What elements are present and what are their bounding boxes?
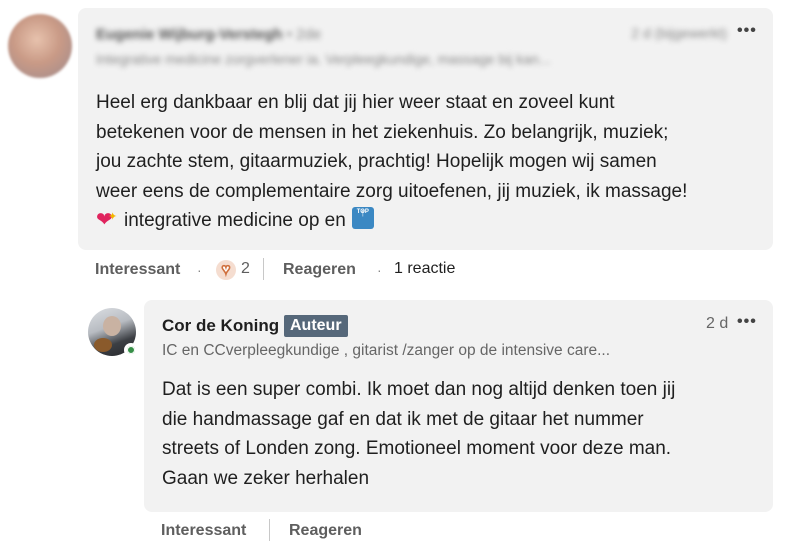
sparkling-heart-icon [96, 203, 118, 236]
commenter-name-text[interactable]: Eugenie Wijburg-Verstegh [96, 26, 283, 43]
comment-timestamp: 2 d (bijgewerkt) [631, 25, 727, 41]
reaction-count[interactable]: 2 [241, 260, 250, 278]
like-button[interactable]: Interessant [161, 522, 246, 540]
reply-button[interactable]: Reageren [283, 261, 356, 279]
top-arrow-icon [351, 198, 374, 229]
author-name[interactable]: Cor de Koning [162, 316, 279, 336]
commenter-name[interactable]: Eugenie Wijburg-Verstegh • 2de [96, 26, 321, 43]
comment-line: weer eens de complementaire zorg uitoefe… [96, 180, 688, 202]
comment-line: betekenen voor de mensen in het ziekenhu… [96, 121, 669, 143]
more-options-icon[interactable]: ••• [737, 313, 757, 331]
reply-count-link[interactable]: 1 reactie [394, 260, 455, 278]
author-badge: Auteur [284, 315, 348, 337]
separator-dot: · [377, 262, 382, 278]
commenter-avatar[interactable] [8, 14, 72, 78]
commenter-headline: Integrative medicine zorgverlener ia. Ve… [96, 51, 551, 67]
reply-line: Dat is een super combi. Ik moet dan nog … [162, 379, 676, 400]
comment-line: jou zachte stem, gitaarmuziek, prachtig!… [96, 151, 657, 172]
separator-dot: · [197, 262, 202, 278]
heart-reaction-icon[interactable] [216, 260, 236, 280]
reply-line: Gaan we zeker herhalen [162, 467, 370, 489]
divider [263, 258, 264, 280]
comment-line-text: integrative medicine op en [124, 210, 346, 231]
comment-line: Heel erg dankbaar en blij dat jij hier w… [96, 92, 615, 113]
connection-degree: • 2de [286, 26, 322, 43]
author-headline: IC en CCverpleegkundige , gitarist /zang… [162, 342, 611, 359]
reply-timestamp: 2 d [706, 315, 729, 332]
comment-text: Heel erg dankbaar en blij dat jij hier w… [96, 88, 764, 236]
reply-line: streets of Londen zong. Emotioneel momen… [162, 438, 672, 459]
divider [269, 519, 270, 541]
more-options-icon[interactable]: ••• [737, 22, 757, 40]
like-button[interactable]: Interessant [95, 261, 180, 279]
reply-line: die handmassage gaf en dat ik met de git… [162, 408, 644, 430]
reply-button[interactable]: Reageren [289, 522, 362, 540]
reply-text: Dat is een super combi. Ik moet dan nog … [162, 375, 762, 493]
comment-line: integrative medicine op en [96, 198, 764, 236]
online-status-icon [124, 343, 138, 357]
